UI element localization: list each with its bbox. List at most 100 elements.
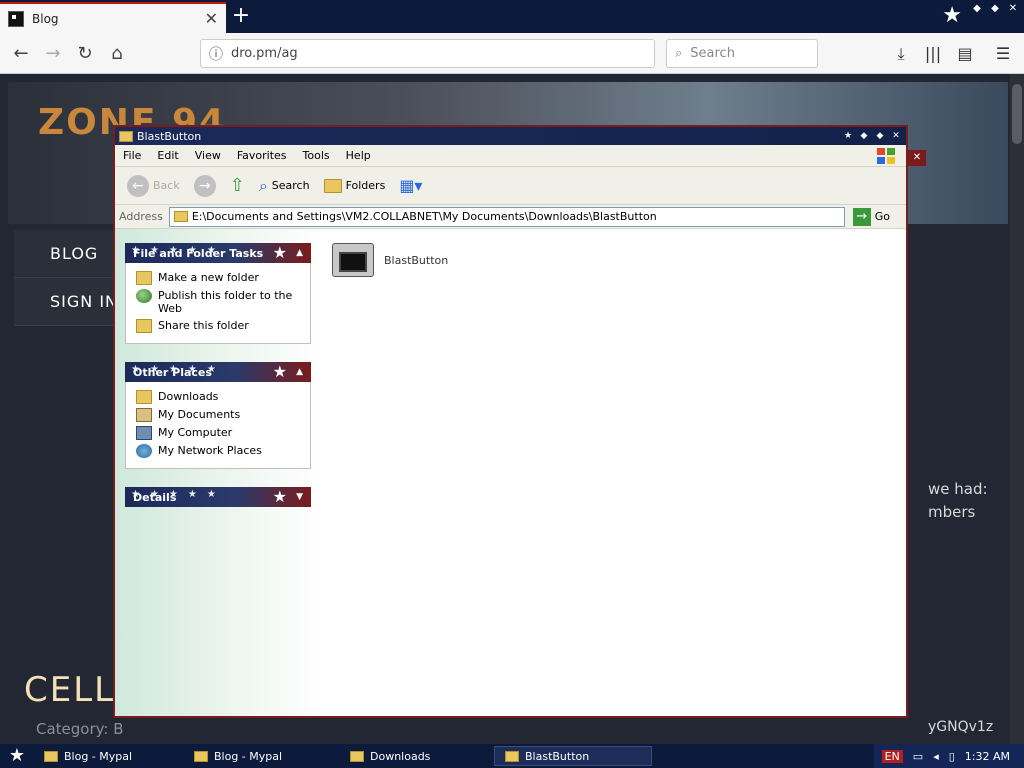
system-tray: EN ▭ ◂ ▯ 1:32 AM <box>873 744 1024 768</box>
panel-details: ★★★★★ Details ★ ▼ <box>125 487 311 507</box>
download-icon[interactable]: ⤓ <box>888 41 914 67</box>
minimize-button[interactable]: ◆ <box>858 130 870 142</box>
volume-icon[interactable]: ◂ <box>933 750 939 763</box>
task-make-folder[interactable]: Make a new folder <box>136 271 304 285</box>
close-icon[interactable]: ✕ <box>908 150 926 166</box>
chevron-up-icon[interactable]: ▲ <box>296 367 303 377</box>
menu-view[interactable]: View <box>195 149 221 162</box>
language-indicator[interactable]: EN <box>881 749 903 763</box>
taskbar-item-active[interactable]: BlastButton <box>494 746 652 766</box>
up-folder-button[interactable]: ⇧ <box>226 175 249 196</box>
menu-edit[interactable]: Edit <box>157 149 178 162</box>
url-bar[interactable]: ⓘ dro.pm/ag <box>200 39 655 68</box>
chevron-down-icon[interactable]: ▼ <box>296 492 303 502</box>
menu-favorites[interactable]: Favorites <box>237 149 287 162</box>
place-my-documents[interactable]: My Documents <box>136 408 304 422</box>
task-share-folder[interactable]: Share this folder <box>136 319 304 333</box>
minimize-button[interactable]: ◆ <box>970 2 984 16</box>
clock[interactable]: 1:32 AM <box>965 750 1010 763</box>
address-field[interactable]: E:\Documents and Settings\VM2.COLLABNET\… <box>168 206 845 227</box>
search-button[interactable]: ⌕ Search <box>255 176 314 196</box>
go-arrow-icon: → <box>852 207 871 226</box>
start-button[interactable]: ★ <box>0 744 34 768</box>
panel-body: Downloads My Documents My Computer My Ne… <box>125 382 311 469</box>
page-scrollbar[interactable] <box>1010 74 1024 744</box>
views-button[interactable]: ▦▾ <box>395 176 426 195</box>
place-label: Downloads <box>158 390 219 403</box>
application-icon <box>332 243 374 277</box>
new-tab-button[interactable]: + <box>228 4 254 30</box>
folder-icon <box>119 130 133 142</box>
taskbar-item[interactable]: Blog - Mypal <box>184 746 338 766</box>
maximize-button[interactable]: ◆ <box>874 130 886 142</box>
menu-help[interactable]: Help <box>346 149 371 162</box>
info-icon: ⓘ <box>209 46 223 63</box>
taskbar-item[interactable]: Downloads <box>340 746 492 766</box>
explorer-toolbar: ← Back → ⇧ ⌕ Search Folders ▦▾ <box>115 167 906 205</box>
browser-navbar: ← → ↻ ⌂ ⓘ dro.pm/ag ⌕ Search ⤓ ||| ▤ ☰ <box>0 33 1024 74</box>
browser-tab-blog[interactable]: Blog ✕ <box>0 2 226 33</box>
explorer-titlebar: BlastButton ★ ◆ ◆ ✕ <box>115 127 906 145</box>
page-text: yGNQv1z <box>928 719 994 735</box>
network-tray-icon: ▯ <box>948 749 955 763</box>
task-publish-web[interactable]: Publish this folder to the Web <box>136 289 304 315</box>
place-label: My Documents <box>158 408 241 421</box>
new-folder-icon <box>136 271 152 285</box>
browser-icon <box>44 750 58 762</box>
file-item[interactable]: BlastButton <box>332 243 448 277</box>
star-icon: ★ <box>272 243 287 262</box>
forward-arrow-icon[interactable]: → <box>40 41 66 67</box>
tab-title: Blog <box>32 11 59 26</box>
tab-close-icon[interactable]: ✕ <box>205 9 218 28</box>
panel-file-folder-tasks: ★★★★★ File and Folder Tasks ★ ▲ Make a n… <box>125 243 311 344</box>
task-label: Publish this folder to the Web <box>158 289 293 315</box>
share-folder-icon <box>136 319 152 333</box>
folder-icon <box>136 390 152 404</box>
place-downloads[interactable]: Downloads <box>136 390 304 404</box>
close-window-button[interactable]: ✕ <box>1006 2 1020 16</box>
explorer-body: ★★★★★ File and Folder Tasks ★ ▲ Make a n… <box>115 229 906 716</box>
place-my-computer[interactable]: My Computer <box>136 426 304 440</box>
panel-header[interactable]: ★★★★★ Other Places ★ ▲ <box>125 362 311 382</box>
search-bar[interactable]: ⌕ Search <box>666 39 818 68</box>
browser-icon <box>194 750 208 762</box>
search-icon: ⌕ <box>258 175 268 195</box>
menu-tools[interactable]: Tools <box>303 149 330 162</box>
back-label: Back <box>153 179 180 192</box>
home-icon[interactable]: ⌂ <box>104 41 130 67</box>
star-icon: ★ <box>272 487 287 506</box>
go-button[interactable]: → Go <box>845 207 906 226</box>
back-button[interactable]: ← Back <box>123 174 184 197</box>
browser-tabbar: Blog ✕ + ★ ◆ ◆ ✕ <box>0 0 1024 33</box>
folder-icon <box>350 750 364 762</box>
scrollbar-thumb[interactable] <box>1012 84 1022 144</box>
window-controls: ◆ ◆ ✕ <box>970 2 1020 16</box>
folders-button[interactable]: Folders <box>320 178 390 193</box>
sidebar-icon[interactable]: ▤ <box>952 41 978 67</box>
task-label: Make a new folder <box>158 271 259 284</box>
star-icon: ★ <box>272 362 287 381</box>
maximize-button[interactable]: ◆ <box>988 2 1002 16</box>
url-text: dro.pm/ag <box>231 46 298 61</box>
views-icon: ▦▾ <box>399 176 423 195</box>
library-icon[interactable]: ||| <box>920 41 946 67</box>
explorer-title: BlastButton <box>137 129 202 143</box>
reload-icon[interactable]: ↻ <box>72 41 98 67</box>
folder-icon <box>505 750 519 762</box>
place-label: My Network Places <box>158 444 262 457</box>
back-arrow-icon[interactable]: ← <box>8 41 34 67</box>
forward-button[interactable]: → <box>190 174 220 197</box>
panel-header[interactable]: ★★★★★ Details ★ ▼ <box>125 487 311 507</box>
chevron-up-icon[interactable]: ▲ <box>296 248 303 258</box>
taskbar-label: Downloads <box>370 749 431 763</box>
explorer-window: BlastButton ★ ◆ ◆ ✕ File Edit View Favor… <box>113 125 908 718</box>
menu-icon[interactable]: ☰ <box>990 41 1016 67</box>
place-network[interactable]: My Network Places <box>136 444 304 458</box>
task-pane: ★★★★★ File and Folder Tasks ★ ▲ Make a n… <box>115 229 320 716</box>
panel-header[interactable]: ★★★★★ File and Folder Tasks ★ ▲ <box>125 243 311 263</box>
taskbar-item[interactable]: Blog - Mypal <box>34 746 182 766</box>
menu-file[interactable]: File <box>123 149 141 162</box>
up-arrow-icon: ⇧ <box>229 175 245 196</box>
close-window-button[interactable]: ✕ <box>890 130 902 142</box>
page-text: we had: <box>928 480 988 498</box>
